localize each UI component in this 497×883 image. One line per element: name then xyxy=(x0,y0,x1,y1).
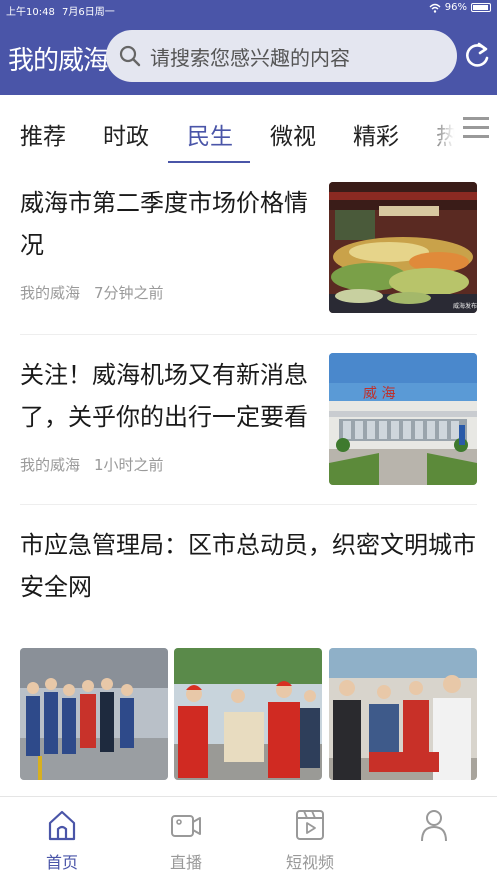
article-title-line: 威海市第二季度市场价格情 xyxy=(20,189,308,217)
nav-live[interactable]: 直播 xyxy=(146,807,226,873)
refresh-icon[interactable] xyxy=(464,40,490,72)
status-date: 7月6日周一 xyxy=(62,7,115,18)
article-image-1[interactable] xyxy=(20,648,168,780)
divider xyxy=(20,334,477,335)
article-title-line: 关注！威海机场又有新消息 xyxy=(20,361,308,389)
nav-label: 短视频 xyxy=(285,853,334,872)
video-camera-icon xyxy=(171,815,201,837)
tab-micro-video[interactable]: 微视 xyxy=(270,117,316,151)
article-thumbnail-supermarket[interactable]: 威海发布 xyxy=(329,182,477,313)
article-thumbnail-airport[interactable]: 威 海 xyxy=(329,353,477,485)
article-card[interactable]: 威海市第二季度市场价格情 况 我的威海 7分钟之前 xyxy=(20,182,320,303)
article-meta: 我的威海 1小时之前 xyxy=(20,454,320,475)
status-left: 上午10:48 7月6日周一 xyxy=(6,3,115,18)
article-card[interactable]: 关注！威海机场又有新消息 了，关乎你的出行一定要看 我的威海 1小时之前 xyxy=(20,354,320,475)
battery-percent: 96% xyxy=(444,2,467,13)
app-root: 上午10:48 7月6日周一 96% 我的威海 请搜索您感兴趣的内容 推荐 时政… xyxy=(0,0,497,883)
article-time: 7分钟之前 xyxy=(94,284,164,302)
nav-label: 直播 xyxy=(169,853,202,872)
article-title-line: 况 xyxy=(20,231,44,259)
thumb-watermark: 威海发布 xyxy=(453,302,477,310)
user-icon xyxy=(421,810,447,842)
battery-icon xyxy=(471,3,491,12)
tab-livelihood[interactable]: 民生 xyxy=(187,117,233,151)
app-logo[interactable]: 我的威海 xyxy=(8,40,109,77)
divider xyxy=(20,504,477,505)
wifi-icon xyxy=(429,3,441,13)
status-bar: 上午10:48 7月6日周一 96% xyxy=(0,0,497,18)
thumb-sign-text: 威 海 xyxy=(363,386,395,402)
article-meta: 我的威海 7分钟之前 xyxy=(20,282,320,303)
tab-highlights[interactable]: 精彩 xyxy=(353,117,399,151)
film-icon xyxy=(296,810,324,840)
search-bar[interactable]: 请搜索您感兴趣的内容 xyxy=(106,30,457,82)
nav-profile[interactable] xyxy=(394,807,474,849)
nav-label: 首页 xyxy=(45,853,78,872)
article-title-line: 了，关乎你的出行一定要看 xyxy=(20,403,308,431)
nav-short-video[interactable]: 短视频 xyxy=(270,807,350,873)
article-card[interactable]: 市应急管理局：区市总动员，织密文明城市 安全网 xyxy=(20,524,480,608)
article-time: 1小时之前 xyxy=(94,456,164,474)
bottom-nav: 首页 直播 短视频 xyxy=(0,796,497,883)
tab-recommend[interactable]: 推荐 xyxy=(20,117,66,151)
article-title-line: 安全网 xyxy=(20,573,92,601)
active-tab-indicator xyxy=(168,161,250,163)
article-title-line: 市应急管理局：区市总动员，织密文明城市 xyxy=(20,531,476,559)
article-image-3[interactable] xyxy=(329,648,477,780)
article-image-2[interactable] xyxy=(174,648,322,780)
search-placeholder: 请搜索您感兴趣的内容 xyxy=(150,45,350,70)
status-right: 96% xyxy=(429,2,491,13)
search-icon xyxy=(119,45,141,67)
status-time: 上午10:48 xyxy=(6,7,55,18)
category-tabs: 推荐 时政 民生 微视 精彩 热 xyxy=(0,95,497,167)
home-icon xyxy=(48,810,76,841)
menu-icon[interactable] xyxy=(463,117,489,139)
nav-home[interactable]: 首页 xyxy=(22,807,102,873)
article-source: 我的威海 xyxy=(20,284,81,302)
tab-politics[interactable]: 时政 xyxy=(103,117,149,151)
article-source: 我的威海 xyxy=(20,456,81,474)
